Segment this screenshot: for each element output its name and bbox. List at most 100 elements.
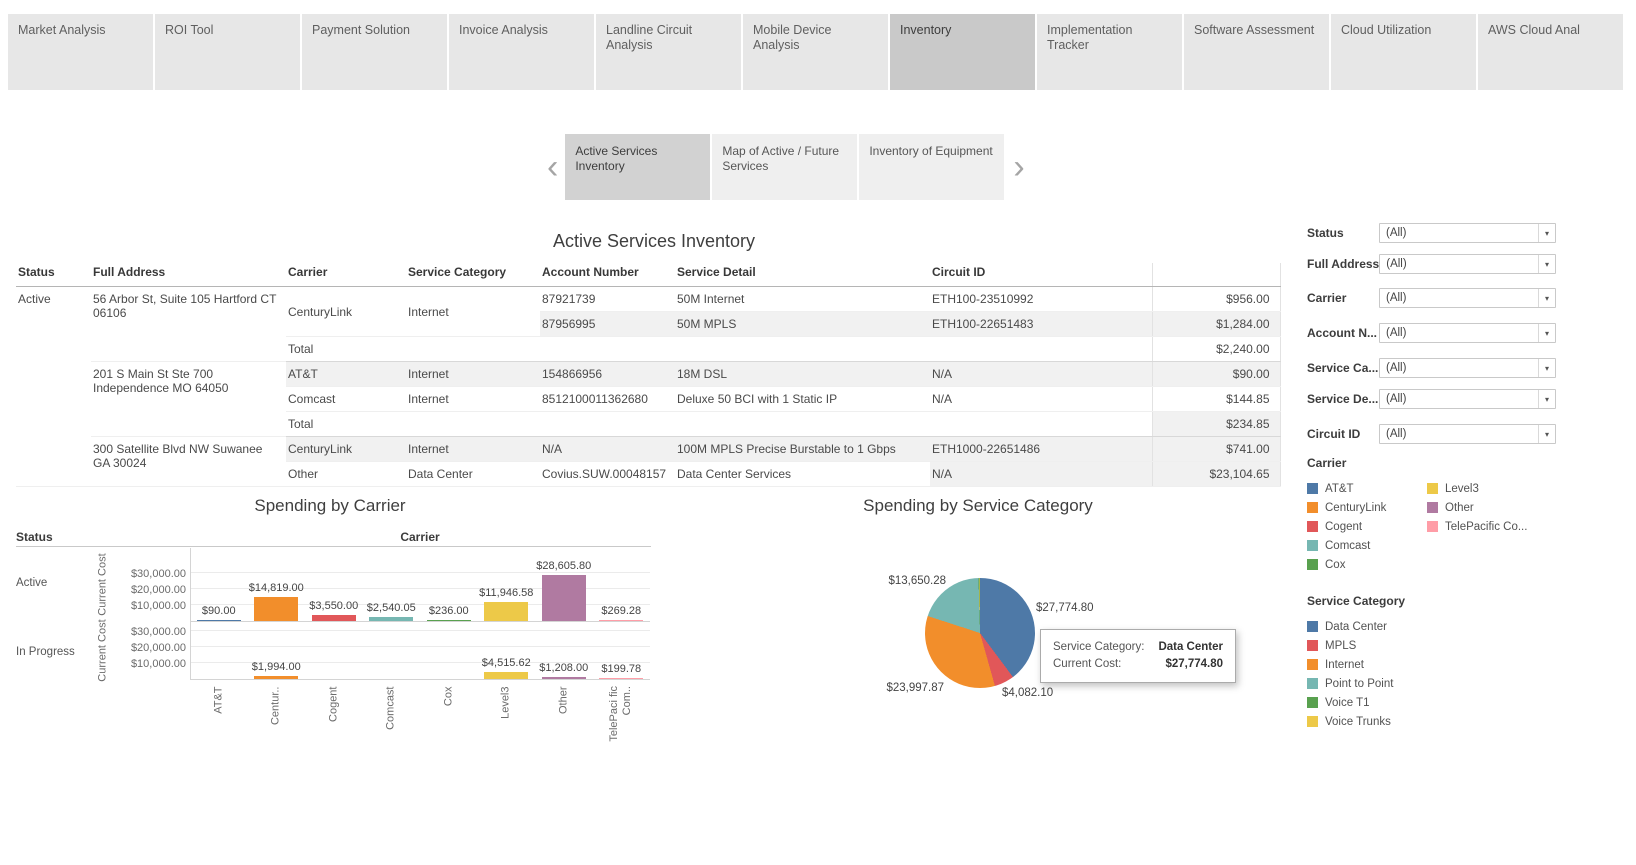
tab-label: Software Assessment (1194, 23, 1315, 37)
cell-address[interactable]: 201 S Main St Ste 700 Independence MO 64… (91, 361, 286, 437)
story-point-map-of-services[interactable]: Map of Active / Future Services (712, 134, 858, 200)
tab-inventory[interactable]: Inventory (890, 14, 1035, 90)
x-axis-label[interactable]: Other (557, 686, 570, 770)
tab-aws-cloud-analysis[interactable]: AWS Cloud Anal (1478, 14, 1623, 90)
tab-landline-circuit-analysis[interactable]: Landline Circuit Analysis (596, 14, 741, 90)
bar-in-progress-centur-[interactable] (254, 675, 299, 679)
tab-payment-solution[interactable]: Payment Solution (302, 14, 447, 90)
legend-item-level3[interactable]: Level3 (1427, 479, 1537, 498)
cell-detail[interactable]: Data Center Services (675, 461, 930, 487)
legend-label: AT&T (1325, 482, 1354, 495)
cell-circuit[interactable]: N/A (930, 386, 1152, 412)
cell-carrier[interactable]: CenturyLink (286, 436, 406, 462)
cell-address[interactable]: 56 Arbor St, Suite 105 Hartford CT 06106 (91, 286, 286, 362)
cell-category[interactable]: Internet (406, 386, 540, 412)
x-axis-label[interactable]: Cox (442, 686, 455, 770)
legend-item-mpls[interactable]: MPLS (1307, 636, 1417, 655)
row-label-in-progress[interactable]: In Progress (16, 646, 75, 658)
legend-item-comcast[interactable]: Comcast (1307, 536, 1417, 555)
bar-active-cox[interactable] (426, 620, 471, 621)
cell-total-cost[interactable]: $2,240.00 (1151, 336, 1281, 362)
story-point-inventory-of-equipment[interactable]: Inventory of Equipment (859, 134, 1005, 200)
cell-category[interactable]: Internet (406, 361, 540, 387)
tab-invoice-analysis[interactable]: Invoice Analysis (449, 14, 594, 90)
cell-category[interactable]: Internet (406, 286, 540, 337)
filter-service-category-dropdown[interactable]: (All) ▾ (1379, 358, 1556, 378)
bar-chart-row-header: Status (16, 530, 53, 544)
tab-software-assessment[interactable]: Software Assessment (1184, 14, 1329, 90)
bar-in-progress-other[interactable] (541, 677, 586, 679)
tab-cloud-utilization[interactable]: Cloud Utilization (1331, 14, 1476, 90)
filter-circuit-id-dropdown[interactable]: (All) ▾ (1379, 424, 1556, 444)
cell-total-cost[interactable]: $234.85 (1151, 411, 1281, 437)
cell-detail[interactable]: 100M MPLS Precise Burstable to 1 Gbps (675, 436, 930, 462)
legend-item-cogent[interactable]: Cogent (1307, 517, 1417, 536)
cell-detail[interactable]: Deluxe 50 BCI with 1 Static IP (675, 386, 930, 412)
cell-cost[interactable]: $741.00 (1151, 436, 1281, 462)
cell-cost[interactable]: $1,284.00 (1151, 311, 1281, 337)
tab-roi-tool[interactable]: ROI Tool (155, 14, 300, 90)
cell-account[interactable]: 87921739 (540, 286, 675, 312)
legend-item-other[interactable]: Other (1427, 498, 1537, 517)
legend-item-voice-t1[interactable]: Voice T1 (1307, 693, 1417, 712)
legend-item-telepacific[interactable]: TelePacific Co... (1427, 517, 1537, 536)
story-next-icon[interactable]: › (1006, 148, 1031, 187)
x-axis-label[interactable]: AT&T (212, 686, 225, 770)
legend-item-point-to-point[interactable]: Point to Point (1307, 674, 1417, 693)
cell-account[interactable]: Covius.SUW.00048157 (540, 461, 675, 487)
bar-in-progress-telepaci-fic-com-[interactable] (599, 678, 644, 679)
filter-service-detail-dropdown[interactable]: (All) ▾ (1379, 389, 1556, 409)
tab-implementation-tracker[interactable]: Implementation Tracker (1037, 14, 1182, 90)
story-prev-icon[interactable]: ‹ (540, 148, 565, 187)
cell-address[interactable]: 300 Satellite Blvd NW Suwanee GA 30024 (91, 436, 286, 487)
cell-circuit[interactable]: ETH100-22651483 (930, 311, 1152, 337)
x-axis-label[interactable]: Centur.. (270, 686, 283, 770)
cell-detail[interactable]: 50M MPLS (675, 311, 930, 337)
legend-item-cox[interactable]: Cox (1307, 555, 1417, 574)
cell-category[interactable]: Internet (406, 436, 540, 462)
cell-cost[interactable]: $90.00 (1151, 361, 1281, 387)
cell-category[interactable]: Data Center (406, 461, 540, 487)
legend-item-data-center[interactable]: Data Center (1307, 617, 1417, 636)
legend-item-centurylink[interactable]: CenturyLink (1307, 498, 1417, 517)
cell-status[interactable]: Active (16, 286, 91, 487)
cell-carrier[interactable]: Comcast (286, 386, 406, 412)
cell-account[interactable]: N/A (540, 436, 675, 462)
cell-carrier[interactable]: AT&T (286, 361, 406, 387)
tab-market-analysis[interactable]: Market Analysis (8, 14, 153, 90)
cell-detail[interactable]: 18M DSL (675, 361, 930, 387)
cell-cost[interactable]: $956.00 (1151, 286, 1281, 312)
x-axis-label[interactable]: TelePaci fic Com.. (608, 686, 634, 742)
cell-circuit[interactable]: N/A (930, 461, 1152, 487)
cell-circuit[interactable]: ETH100-23510992 (930, 286, 1152, 312)
bar-active-at-t[interactable] (196, 620, 241, 621)
cell-cost[interactable]: $23,104.65 (1151, 461, 1281, 487)
row-label-active[interactable]: Active (16, 577, 47, 589)
legend-item-internet[interactable]: Internet (1307, 655, 1417, 674)
bar-active-level3[interactable] (484, 601, 529, 621)
cell-cost[interactable]: $144.85 (1151, 386, 1281, 412)
pie-chart[interactable] (925, 578, 1035, 688)
cell-carrier[interactable]: CenturyLink (286, 286, 406, 337)
legend-item-voice-trunks[interactable]: Voice Trunks (1307, 712, 1417, 731)
cell-circuit[interactable]: ETH1000-22651486 (930, 436, 1152, 462)
bar-active-comcast[interactable] (369, 616, 414, 621)
cell-detail[interactable]: 50M Internet (675, 286, 930, 312)
filter-full-address-dropdown[interactable]: (All) ▾ (1379, 254, 1556, 274)
cell-carrier[interactable]: Other (286, 461, 406, 487)
x-axis-label[interactable]: Level3 (500, 686, 513, 770)
filter-account-number-dropdown[interactable]: (All) ▾ (1379, 323, 1556, 343)
x-axis-label[interactable]: Comcast (385, 686, 398, 770)
bar-active-telepaci-fic-com-[interactable] (599, 620, 644, 621)
x-axis-label[interactable]: Cogent (327, 686, 340, 770)
cell-account[interactable]: 8512100011362680 (540, 386, 675, 412)
tab-mobile-device-analysis[interactable]: Mobile Device Analysis (743, 14, 888, 90)
bar-active-cogent[interactable] (311, 615, 356, 621)
legend-item-att[interactable]: AT&T (1307, 479, 1417, 498)
cell-account[interactable]: 154866956 (540, 361, 675, 387)
cell-account[interactable]: 87956995 (540, 311, 675, 337)
filter-status-dropdown[interactable]: (All) ▾ (1379, 223, 1556, 243)
story-point-active-services-inventory[interactable]: Active Services Inventory (565, 134, 711, 200)
cell-circuit[interactable]: N/A (930, 361, 1152, 387)
filter-carrier-dropdown[interactable]: (All) ▾ (1379, 288, 1556, 308)
